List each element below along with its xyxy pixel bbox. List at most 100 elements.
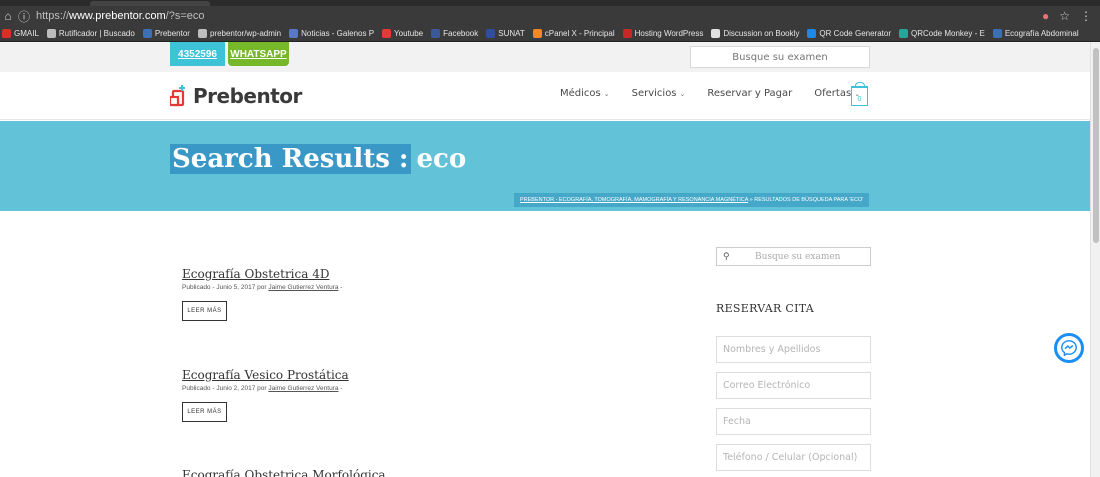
bookmark-item[interactable]: cPanel X - Principal bbox=[532, 29, 615, 38]
messenger-chat-button[interactable] bbox=[1054, 333, 1084, 363]
breadcrumb: PREBENTOR - ECOGRAFÍA, TOMOGRAFÍA, MAMOG… bbox=[514, 193, 870, 207]
result-meta-suffix: - bbox=[340, 385, 343, 392]
star-icon[interactable]: ☆ bbox=[1059, 9, 1070, 23]
bookmark-label: Ecografía Abdominal bbox=[1004, 29, 1079, 38]
main-nav: Médicos ⌄ Servicios ⌄ Reservar y Pagar Oferta… bbox=[560, 88, 860, 99]
read-more-button[interactable]: LEER MÁS bbox=[182, 301, 227, 321]
page-title-selected: Search Results : bbox=[170, 144, 411, 174]
top-search-input[interactable] bbox=[690, 46, 870, 68]
bookmarks-bar: GMAIL Rutificador | Buscado Prebentor prebe… bbox=[0, 26, 1100, 42]
breadcrumb-home-link[interactable]: PREBENTOR - ECOGRAFÍA, TOMOGRAFÍA, MAMOG… bbox=[520, 197, 748, 203]
bookmark-item[interactable]: Rutificador | Buscado bbox=[46, 29, 135, 38]
nav-item-label: Reservar y Pagar bbox=[707, 88, 793, 99]
phone-field[interactable]: Teléfono / Celular (Opcional) bbox=[716, 444, 871, 471]
nav-item-label: Médicos bbox=[560, 88, 601, 99]
bookmark-label: Youtube bbox=[394, 29, 424, 38]
url-host: www.prebentor.com bbox=[69, 10, 166, 22]
home-icon[interactable]: ⌂ bbox=[0, 9, 16, 23]
date-field[interactable]: Fecha bbox=[716, 408, 871, 435]
bookmark-label: Noticias - Galenos P bbox=[301, 29, 375, 38]
menu-icon[interactable]: ⋮ bbox=[1080, 9, 1092, 23]
breadcrumb-separator: » bbox=[749, 197, 753, 203]
phone-button[interactable]: 4352596 bbox=[170, 42, 225, 66]
nav-item[interactable]: Servicios ⌄ bbox=[632, 88, 686, 99]
bookmark-item[interactable]: Facebook bbox=[431, 29, 478, 38]
bookmark-favicon-icon bbox=[532, 29, 542, 38]
search-icon[interactable]: ⚲ bbox=[723, 252, 743, 262]
page-title-term: eco bbox=[416, 144, 467, 174]
bookmark-favicon-icon bbox=[807, 29, 817, 38]
date-field-placeholder: Fecha bbox=[723, 416, 751, 427]
nav-item[interactable]: Médicos ⌄ bbox=[560, 88, 610, 99]
sidebar-search-input[interactable]: ⚲ Busque su examen bbox=[716, 247, 871, 266]
booking-title: RESERVAR CITA bbox=[716, 302, 815, 315]
result-title-link[interactable]: Ecografía Obstetrica 4D bbox=[182, 267, 342, 281]
bookmark-favicon-icon bbox=[46, 29, 56, 38]
page-scrollbar[interactable] bbox=[1090, 42, 1100, 477]
result-meta-date: Publicado - Junio 2, 2017 por bbox=[182, 385, 267, 392]
extension-icon[interactable]: ● bbox=[1042, 9, 1049, 23]
cart-count: 0 bbox=[857, 96, 862, 103]
bookmark-label: SUNAT bbox=[498, 29, 525, 38]
bookmark-label: QR Code Generator bbox=[819, 29, 891, 38]
bookmark-item[interactable]: Noticias - Galenos P bbox=[289, 29, 374, 38]
address-bar[interactable]: ⌂ ⓘ https://www.prebentor.com/?s=eco ● ☆… bbox=[0, 6, 1100, 26]
bookmark-item[interactable]: Hosting WordPress bbox=[622, 29, 703, 38]
breadcrumb-current: RESULTADOS DE BÚSQUEDA PARA 'ECO' bbox=[754, 197, 864, 203]
email-field-placeholder: Correo Electrónico bbox=[723, 380, 811, 391]
url-text[interactable]: https://www.prebentor.com/?s=eco bbox=[36, 10, 204, 22]
search-result: Ecografía Obstetrica Morfológica bbox=[182, 468, 386, 477]
chevron-down-icon: ⌄ bbox=[679, 89, 686, 98]
bookmark-favicon-icon bbox=[486, 29, 496, 38]
result-title-link[interactable]: Ecografía Vesico Prostática bbox=[182, 368, 349, 382]
bookmark-favicon-icon bbox=[711, 29, 721, 38]
bookmark-label: QRCode Monkey - E bbox=[911, 29, 985, 38]
topbar: 4352596 WHATSAPP bbox=[0, 42, 1090, 72]
bookmark-favicon-icon bbox=[142, 29, 152, 38]
result-meta: Publicado - Junio 2, 2017 por Jaime Guti… bbox=[182, 385, 349, 392]
bookmark-item[interactable]: QRCode Monkey - E bbox=[899, 29, 985, 38]
nav-item-label: Servicios bbox=[631, 88, 677, 99]
bookmark-label: Facebook bbox=[443, 29, 479, 38]
info-icon[interactable]: ⓘ bbox=[16, 8, 32, 25]
email-field[interactable]: Correo Electrónico bbox=[716, 372, 871, 399]
nav-item-label: Ofertas bbox=[814, 88, 852, 99]
bookmark-favicon-icon bbox=[289, 29, 299, 38]
whatsapp-button[interactable]: WHATSAPP bbox=[228, 42, 289, 66]
bookmark-item[interactable]: Youtube bbox=[382, 29, 423, 38]
bookmark-favicon-icon bbox=[197, 29, 207, 38]
result-meta-date: Publicado - Junio 5, 2017 por bbox=[182, 284, 267, 291]
bookmark-favicon-icon bbox=[622, 29, 632, 38]
name-field-placeholder: Nombres y Apellidos bbox=[723, 344, 821, 355]
browser-actions: ● ☆ ⋮ bbox=[1042, 9, 1092, 23]
bookmark-label: Discussion on Bookly bbox=[723, 29, 800, 38]
hero-banner: Search Results : eco PREBENTOR - ECOGRAF… bbox=[0, 121, 1090, 211]
result-meta: Publicado - Junio 5, 2017 por Jaime Guti… bbox=[182, 284, 342, 291]
bookmark-item[interactable]: Discussion on Bookly bbox=[711, 29, 799, 38]
result-meta-suffix: - bbox=[340, 284, 343, 291]
result-title-link[interactable]: Ecografía Obstetrica Morfológica bbox=[182, 468, 386, 477]
result-author-link[interactable]: Jaime Gutierrez Ventura bbox=[268, 284, 338, 291]
read-more-button[interactable]: LEER MÁS bbox=[182, 402, 227, 422]
messenger-icon bbox=[1061, 340, 1077, 356]
chevron-down-icon: ⌄ bbox=[603, 89, 610, 98]
nav-item[interactable]: Reservar y Pagar bbox=[707, 88, 792, 99]
cart-button[interactable]: 0 bbox=[851, 82, 868, 106]
bookmark-item[interactable]: SUNAT bbox=[486, 29, 525, 38]
name-field[interactable]: Nombres y Apellidos bbox=[716, 336, 871, 363]
bookmark-item[interactable]: Prebentor bbox=[142, 29, 190, 38]
bookmark-item[interactable]: QR Code Generator bbox=[807, 29, 891, 38]
bookmark-favicon-icon bbox=[2, 29, 11, 38]
logo-text: Prebentor bbox=[193, 84, 302, 108]
scrollbar-thumb[interactable] bbox=[1093, 48, 1099, 243]
logo[interactable]: Prebentor bbox=[170, 84, 302, 108]
bookmark-label: GMAIL bbox=[14, 29, 39, 38]
bookmark-item[interactable]: prebentor/wp-admin bbox=[197, 29, 281, 38]
bookmark-item[interactable]: GMAIL bbox=[2, 29, 39, 38]
bookmark-favicon-icon bbox=[899, 29, 908, 38]
bookmark-item[interactable]: Ecografía Abdominal bbox=[992, 29, 1079, 38]
bookmark-label: Prebentor bbox=[154, 29, 190, 38]
result-author-link[interactable]: Jaime Gutierrez Ventura bbox=[268, 385, 338, 392]
phone-field-placeholder: Teléfono / Celular (Opcional) bbox=[723, 452, 858, 463]
url-path: /?s=eco bbox=[165, 10, 205, 22]
